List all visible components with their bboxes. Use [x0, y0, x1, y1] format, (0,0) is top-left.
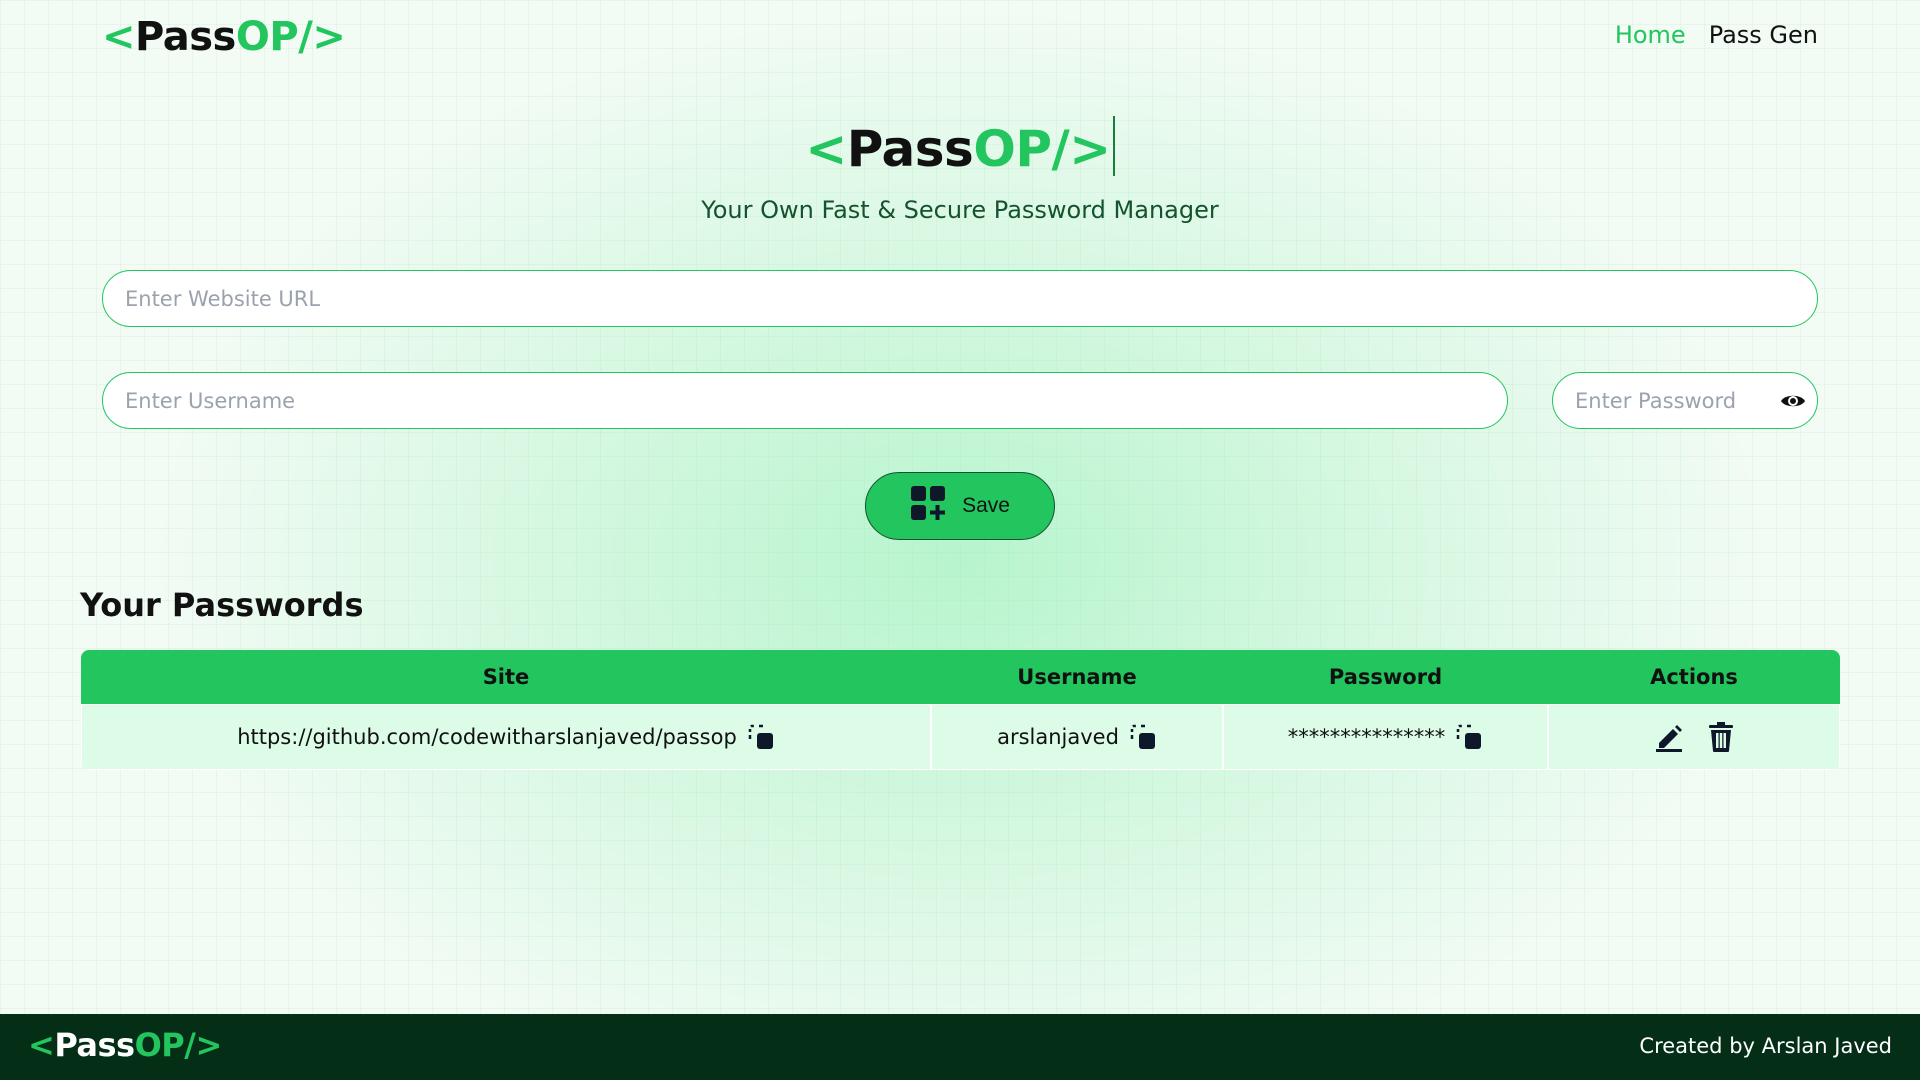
save-button-label: Save	[962, 494, 1010, 517]
hero-logo-open-bracket: <	[805, 120, 847, 178]
password-value: ***************	[1287, 725, 1446, 749]
footer-logo: <PassOP/>	[28, 1026, 222, 1064]
password-cell: ***************	[1223, 704, 1548, 770]
password-field	[1552, 372, 1818, 429]
footer-logo-close-bracket: >	[195, 1026, 222, 1064]
table-row: https://github.com/codewitharslanjaved/p…	[81, 704, 1840, 770]
column-header-actions: Actions	[1650, 665, 1738, 689]
eye-icon[interactable]	[1778, 386, 1808, 416]
footer-credit: Created by Arslan Javed	[1639, 1034, 1892, 1058]
site-cell: https://github.com/codewitharslanjaved/p…	[81, 704, 931, 770]
copy-password-icon[interactable]	[1455, 723, 1483, 751]
footer-logo-open-bracket: <	[28, 1026, 55, 1064]
column-header-password: Password	[1328, 665, 1443, 689]
website-url-input[interactable]	[102, 270, 1818, 327]
tagline: Your Own Fast & Secure Password Manager	[701, 196, 1219, 224]
nav-link-home[interactable]: Home	[1615, 21, 1686, 49]
username-value: arslanjaved	[997, 725, 1119, 749]
hero-logo: <PassOP/>	[0, 116, 1920, 178]
hero-logo-pass: Pass	[846, 120, 974, 178]
passwords-heading: Your Passwords	[80, 586, 364, 624]
site-link[interactable]: https://github.com/codewitharslanjaved/p…	[237, 725, 737, 749]
nav-logo[interactable]: <PassOP/>	[102, 14, 346, 60]
column-header-username: Username	[1017, 665, 1137, 689]
logo-close-bracket: >	[312, 14, 346, 60]
delete-icon[interactable]	[1707, 721, 1735, 753]
column-header-site: Site	[482, 665, 530, 689]
copy-site-icon[interactable]	[747, 723, 775, 751]
save-button[interactable]: Save	[865, 472, 1055, 540]
grid-add-icon	[910, 485, 946, 527]
footer-logo-pass: Pass	[54, 1026, 135, 1064]
username-cell: arslanjaved	[931, 704, 1223, 770]
passwords-table: Site Username Password Actions https://g…	[81, 650, 1840, 770]
hero-logo-op: OP/	[973, 120, 1070, 178]
table-header: Site Username Password Actions	[81, 650, 1840, 704]
nav-link-pass-gen[interactable]: Pass Gen	[1709, 21, 1818, 49]
edit-icon[interactable]	[1653, 721, 1685, 753]
logo-pass: Pass	[135, 14, 236, 60]
actions-cell	[1548, 704, 1840, 770]
username-input[interactable]	[102, 372, 1508, 429]
navbar: <PassOP/> Home Pass Gen	[0, 0, 1920, 78]
typing-cursor	[1112, 116, 1115, 176]
logo-open-bracket: <	[102, 14, 136, 60]
copy-username-icon[interactable]	[1129, 723, 1157, 751]
nav-links: Home Pass Gen	[1615, 21, 1818, 49]
hero-logo-close-bracket: >	[1069, 120, 1111, 178]
footer-logo-op: OP/	[134, 1026, 196, 1064]
footer: <PassOP/> Created by Arslan Javed	[0, 1014, 1920, 1080]
logo-op: OP/	[235, 14, 313, 60]
